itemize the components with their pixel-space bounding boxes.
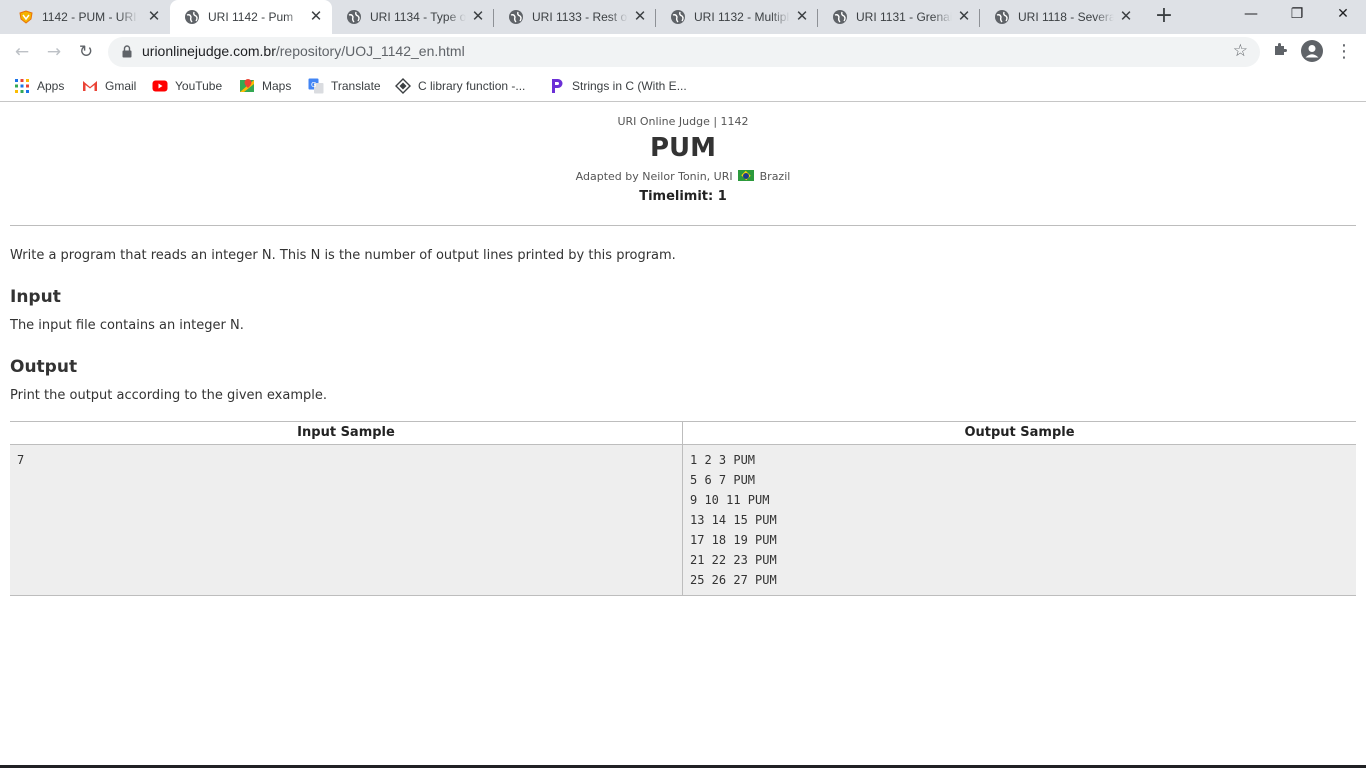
programiz-icon bbox=[552, 79, 563, 93]
adapted-by-line: Adapted by Neilor Tonin, URI Brazil bbox=[0, 170, 1366, 183]
back-arrow-icon[interactable]: ← bbox=[8, 38, 36, 66]
divider bbox=[10, 225, 1356, 226]
input-sample-body: 7 bbox=[10, 445, 682, 595]
close-tab-icon[interactable]: ✕ bbox=[308, 9, 324, 25]
output-sample-line: 1 2 3 PUM bbox=[690, 453, 756, 467]
browser-toolbar: ← → ↻ urionlinejudge.com.br/repository/U… bbox=[0, 34, 1366, 70]
problem-page: URI Online Judge | 1142 PUM Adapted by N… bbox=[0, 103, 1366, 768]
output-sample-line: 9 10 11 PUM bbox=[690, 493, 770, 507]
tab-uri-1132[interactable]: URI 1132 - Multipl ✕ bbox=[656, 0, 818, 34]
adapted-by-text: Adapted by Neilor Tonin, URI bbox=[575, 170, 733, 183]
time-limit: Timelimit: 1 bbox=[639, 189, 727, 204]
input-sample-column: Input Sample 7 bbox=[10, 422, 683, 595]
apps-grid-icon bbox=[15, 79, 29, 93]
brazil-flag-icon bbox=[738, 170, 755, 181]
tab-title: URI 1131 - Grenais bbox=[856, 10, 952, 24]
tab-title: URI 1132 - Multipl bbox=[694, 10, 790, 24]
input-sample-header: Input Sample bbox=[10, 422, 682, 445]
tab-title: URI 1134 - Type of bbox=[370, 10, 466, 24]
tab-1142-pum-uri[interactable]: 1142 - PUM - URI ✕ bbox=[4, 0, 170, 34]
output-heading: Output bbox=[10, 357, 78, 377]
bookmark-label: Strings in C (With E... bbox=[572, 79, 687, 93]
url-path: /repository/UOJ_1142_en.html bbox=[275, 43, 465, 59]
restore-icon[interactable]: ❐ bbox=[1274, 0, 1320, 30]
samples-table: Input Sample 7 Output Sample 1 2 3 PUM 5… bbox=[10, 421, 1356, 596]
output-sample-line: 5 6 7 PUM bbox=[690, 473, 756, 487]
output-description: Print the output according to the given … bbox=[10, 388, 327, 403]
forward-arrow-icon[interactable]: → bbox=[40, 38, 68, 66]
close-tab-icon[interactable]: ✕ bbox=[146, 9, 162, 25]
globe-icon bbox=[185, 10, 199, 24]
close-tab-icon[interactable]: ✕ bbox=[794, 9, 810, 25]
extensions-puzzle-icon[interactable] bbox=[1268, 40, 1292, 64]
bookmark-label: C library function -... bbox=[418, 79, 526, 93]
page-title: PUM bbox=[649, 133, 717, 163]
bookmark-apps[interactable]: Apps bbox=[14, 75, 64, 97]
url-host: urionlinejudge.com.br bbox=[142, 43, 276, 59]
output-sample-line: 13 14 15 PUM bbox=[690, 513, 777, 527]
tab-uri-1118[interactable]: URI 1118 - Several ✕ bbox=[980, 0, 1142, 34]
tab-uri-1133[interactable]: URI 1133 - Rest of ✕ bbox=[494, 0, 656, 34]
minimize-icon[interactable]: — bbox=[1228, 0, 1274, 30]
input-heading: Input bbox=[10, 287, 61, 307]
bookmark-label: YouTube bbox=[175, 79, 223, 93]
bookmark-star-icon[interactable]: ☆ bbox=[1233, 41, 1248, 61]
bookmark-label: Translate bbox=[331, 79, 381, 93]
youtube-icon bbox=[152, 80, 168, 92]
gmail-icon bbox=[83, 81, 97, 91]
tab-uri-1131[interactable]: URI 1131 - Grenais ✕ bbox=[818, 0, 980, 34]
globe-icon bbox=[671, 10, 685, 24]
profile-avatar-icon[interactable] bbox=[1300, 40, 1324, 64]
close-tab-icon[interactable]: ✕ bbox=[470, 9, 486, 25]
breadcrumb: URI Online Judge | 1142 bbox=[617, 115, 749, 128]
translate-icon: G bbox=[308, 78, 324, 94]
tab-title: 1142 - PUM - URI bbox=[42, 10, 137, 24]
reload-icon[interactable]: ↻ bbox=[72, 38, 100, 66]
output-sample-line: 21 22 23 PUM bbox=[690, 553, 777, 567]
tab-title: URI 1118 - Several bbox=[1018, 10, 1114, 24]
window-close-icon[interactable]: ✕ bbox=[1320, 0, 1366, 30]
bookmark-label: Maps bbox=[262, 79, 292, 93]
tab-title: URI 1133 - Rest of bbox=[532, 10, 628, 24]
close-tab-icon[interactable]: ✕ bbox=[1118, 9, 1134, 25]
bookmark-label: Apps bbox=[37, 79, 65, 93]
bookmark-maps[interactable]: Maps bbox=[239, 75, 291, 97]
close-tab-icon[interactable]: ✕ bbox=[632, 9, 648, 25]
output-sample-body: 1 2 3 PUM 5 6 7 PUM 9 10 11 PUM 13 14 15… bbox=[683, 445, 1356, 595]
bookmark-translate[interactable]: G Translate bbox=[308, 75, 381, 97]
svg-text:G: G bbox=[311, 81, 316, 89]
globe-icon bbox=[347, 10, 361, 24]
diamond-icon bbox=[395, 78, 411, 94]
bookmark-youtube[interactable]: YouTube bbox=[152, 75, 222, 97]
globe-icon bbox=[995, 10, 1009, 24]
url-text: urionlinejudge.com.br/repository/UOJ_114… bbox=[142, 43, 465, 59]
tab-title: URI 1142 - Pum bbox=[208, 10, 294, 24]
output-sample-line: 17 18 19 PUM bbox=[690, 533, 777, 547]
tab-strip: 1142 - PUM - URI ✕ URI 1142 - Pum ✕ URI … bbox=[0, 0, 1366, 34]
output-sample-header: Output Sample bbox=[683, 422, 1356, 445]
globe-icon bbox=[509, 10, 523, 24]
bookmark-gmail[interactable]: Gmail bbox=[82, 75, 136, 97]
country-name: Brazil bbox=[759, 170, 791, 183]
maps-icon bbox=[240, 79, 254, 92]
bookmarks-bar: Apps Gmail YouTube Maps G Translate C li… bbox=[0, 70, 1366, 102]
globe-icon bbox=[833, 10, 847, 24]
new-tab-plus-icon[interactable]: + bbox=[1152, 5, 1176, 29]
input-sample-line: 7 bbox=[17, 453, 25, 467]
input-description: The input file contains an integer N. bbox=[10, 318, 244, 333]
menu-kebab-icon[interactable]: ⋮ bbox=[1332, 40, 1356, 64]
bookmark-c-library[interactable]: C library function -... bbox=[395, 75, 525, 97]
output-sample-column: Output Sample 1 2 3 PUM 5 6 7 PUM 9 10 1… bbox=[683, 422, 1356, 595]
bookmark-label: Gmail bbox=[105, 79, 137, 93]
bookmark-strings-in-c[interactable]: Strings in C (With E... bbox=[549, 75, 687, 97]
address-bar[interactable]: urionlinejudge.com.br/repository/UOJ_114… bbox=[108, 37, 1260, 67]
uri-logo-icon bbox=[19, 10, 33, 24]
output-sample-line: 25 26 27 PUM bbox=[690, 573, 777, 587]
close-tab-icon[interactable]: ✕ bbox=[956, 9, 972, 25]
tab-uri-1142-pum[interactable]: URI 1142 - Pum ✕ bbox=[170, 0, 332, 34]
problem-description: Write a program that reads an integer N.… bbox=[10, 248, 676, 263]
lock-icon bbox=[122, 45, 132, 58]
tab-uri-1134[interactable]: URI 1134 - Type of ✕ bbox=[332, 0, 494, 34]
